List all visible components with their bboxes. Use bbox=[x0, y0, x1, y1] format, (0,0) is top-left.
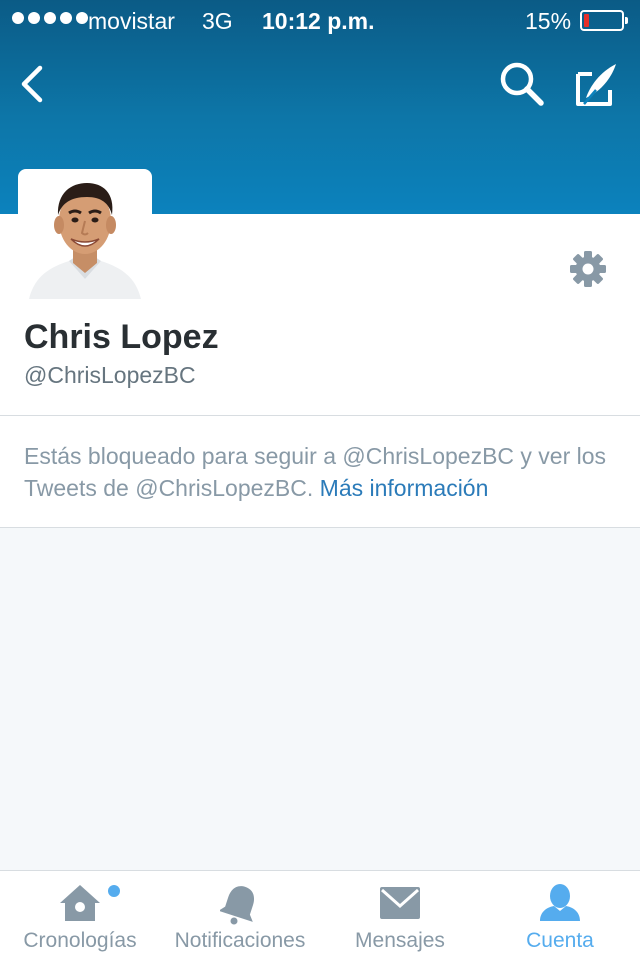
compose-tweet-button[interactable] bbox=[572, 60, 620, 108]
envelope-icon bbox=[380, 887, 420, 919]
network-type: 3G bbox=[202, 8, 233, 34]
tab-label: Cuenta bbox=[526, 929, 594, 952]
settings-button[interactable] bbox=[568, 249, 608, 289]
search-icon bbox=[500, 62, 544, 106]
carrier-name: movistar bbox=[88, 8, 175, 34]
blocked-notice-text: Estás bloqueado para seguir a @ChrisLope… bbox=[24, 443, 607, 501]
tab-cuenta[interactable]: Cuenta bbox=[480, 871, 640, 960]
bell-icon bbox=[220, 886, 255, 925]
tab-label: Mensajes bbox=[355, 929, 445, 952]
notification-dot bbox=[108, 885, 120, 897]
divider bbox=[0, 415, 640, 416]
status-time: 10:12 p.m. bbox=[262, 8, 375, 34]
chevron-left-icon bbox=[21, 65, 43, 103]
avatar[interactable] bbox=[25, 175, 145, 299]
more-info-link[interactable]: Más información bbox=[320, 475, 489, 501]
gear-icon bbox=[570, 251, 606, 287]
tab-bar: Cronologías Notificaciones Mensajes Cuen… bbox=[0, 870, 640, 960]
battery-icon bbox=[580, 10, 628, 31]
profile-handle: @ChrisLopezBC bbox=[24, 362, 196, 388]
blocked-notice: Estás bloqueado para seguir a @ChrisLope… bbox=[24, 440, 624, 504]
tab-mensajes[interactable]: Mensajes bbox=[320, 871, 480, 960]
tab-label: Notificaciones bbox=[174, 929, 306, 952]
home-icon bbox=[60, 885, 100, 921]
signal-strength-icon bbox=[12, 12, 88, 24]
tab-label: Cronologías bbox=[23, 929, 137, 952]
status-bar: movistar 3G 10:12 p.m. 15% bbox=[0, 0, 640, 42]
tab-notificaciones[interactable]: Notificaciones bbox=[160, 871, 320, 960]
profile-name: Chris Lopez bbox=[24, 318, 219, 356]
back-button[interactable] bbox=[14, 62, 54, 106]
compose-icon bbox=[576, 64, 616, 106]
avatar-frame bbox=[18, 169, 152, 299]
battery-percentage: 15% bbox=[525, 8, 572, 34]
person-icon bbox=[540, 884, 580, 921]
search-button[interactable] bbox=[498, 60, 546, 108]
tab-cronologias[interactable]: Cronologías bbox=[0, 871, 160, 960]
